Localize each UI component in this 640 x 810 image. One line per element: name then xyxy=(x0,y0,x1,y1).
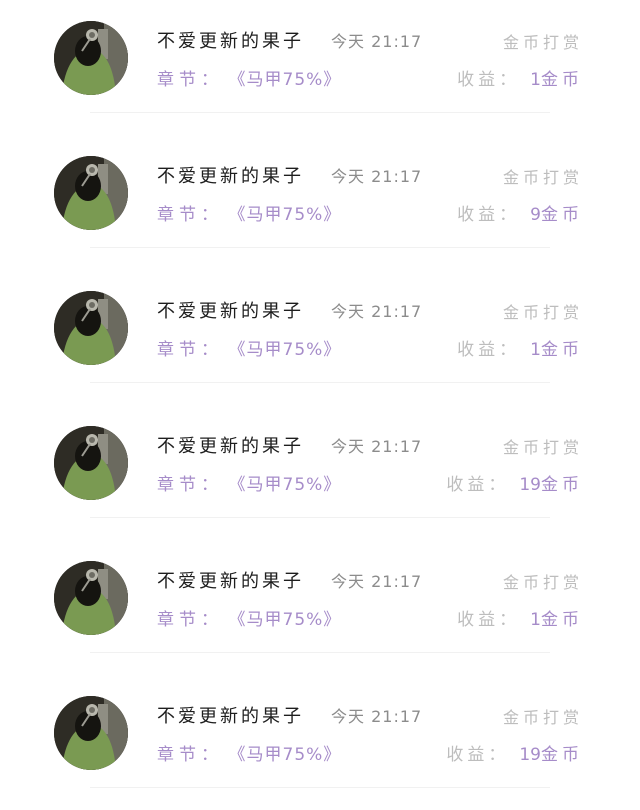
earnings-amount: 1 xyxy=(530,340,541,360)
row-divider xyxy=(90,787,550,788)
chapter-label: 章节： xyxy=(157,70,223,90)
user-avatar[interactable] xyxy=(54,291,128,365)
earnings-amount: 9 xyxy=(530,205,541,225)
chapter-title[interactable]: 《马甲75%》 xyxy=(237,610,341,630)
earnings-info: 收益： 9金币 xyxy=(457,200,583,225)
earnings-amount: 1 xyxy=(530,610,541,630)
earnings-unit: 金币 xyxy=(541,475,583,495)
reward-record-row[interactable]: 不爱更新的果子 今天 21:17 金币打赏 章节： 《马甲75%》 收益： 1金币 xyxy=(0,0,640,135)
reward-time: 今天 21:17 xyxy=(331,302,423,321)
earnings-info: 收益： 1金币 xyxy=(457,605,583,630)
row-divider xyxy=(90,112,550,113)
reward-record-row[interactable]: 不爱更新的果子 今天 21:17 金币打赏 章节： 《马甲75%》 收益： 1金币 xyxy=(0,540,640,675)
row-divider xyxy=(90,517,550,518)
reward-type: 金币打赏 xyxy=(502,438,583,457)
earnings-info: 收益： 19金币 xyxy=(446,470,583,495)
earnings-info: 收益： 1金币 xyxy=(457,335,583,360)
reward-time: 今天 21:17 xyxy=(331,437,423,456)
user-avatar[interactable] xyxy=(54,156,128,230)
chapter-info: 章节： 《马甲75%》 xyxy=(157,470,341,495)
avatar-image xyxy=(54,291,128,365)
chapter-label: 章节： xyxy=(157,340,223,360)
avatar-image xyxy=(54,21,128,95)
avatar-image xyxy=(54,156,128,230)
chapter-title[interactable]: 《马甲75%》 xyxy=(237,475,341,495)
row-divider xyxy=(90,382,550,383)
reward-time: 今天 21:17 xyxy=(331,167,423,186)
reward-type: 金币打赏 xyxy=(502,303,583,322)
user-name: 不爱更新的果子 xyxy=(157,31,304,52)
user-name: 不爱更新的果子 xyxy=(157,571,304,592)
earnings-unit: 金币 xyxy=(541,340,583,360)
avatar-image xyxy=(54,696,128,770)
chapter-label: 章节： xyxy=(157,205,223,225)
earnings-unit: 金币 xyxy=(541,745,583,765)
row-divider xyxy=(90,247,550,248)
reward-time: 今天 21:17 xyxy=(331,572,423,591)
chapter-label: 章节： xyxy=(157,745,223,765)
reward-time: 今天 21:17 xyxy=(331,707,423,726)
reward-record-list: 不爱更新的果子 今天 21:17 金币打赏 章节： 《马甲75%》 收益： 1金币 … xyxy=(0,0,640,791)
earnings-unit: 金币 xyxy=(541,610,583,630)
user-avatar[interactable] xyxy=(54,696,128,770)
earnings-info: 收益： 1金币 xyxy=(457,65,583,90)
user-avatar[interactable] xyxy=(54,426,128,500)
earnings-unit: 金币 xyxy=(541,70,583,90)
user-avatar[interactable] xyxy=(54,21,128,95)
avatar-image xyxy=(54,561,128,635)
earnings-amount: 19 xyxy=(519,745,541,765)
user-name: 不爱更新的果子 xyxy=(157,436,304,457)
earnings-label: 收益： xyxy=(446,475,510,495)
user-name: 不爱更新的果子 xyxy=(157,706,304,727)
user-name: 不爱更新的果子 xyxy=(157,301,304,322)
chapter-title[interactable]: 《马甲75%》 xyxy=(237,205,341,225)
reward-type: 金币打赏 xyxy=(502,33,583,52)
reward-type: 金币打赏 xyxy=(502,168,583,187)
earnings-label: 收益： xyxy=(457,610,521,630)
earnings-amount: 1 xyxy=(530,70,541,90)
chapter-info: 章节： 《马甲75%》 xyxy=(157,200,341,225)
earnings-amount: 19 xyxy=(519,475,541,495)
chapter-info: 章节： 《马甲75%》 xyxy=(157,605,341,630)
reward-time: 今天 21:17 xyxy=(331,32,423,51)
chapter-info: 章节： 《马甲75%》 xyxy=(157,335,341,360)
chapter-title[interactable]: 《马甲75%》 xyxy=(237,340,341,360)
chapter-label: 章节： xyxy=(157,610,223,630)
chapter-label: 章节： xyxy=(157,475,223,495)
chapter-title[interactable]: 《马甲75%》 xyxy=(237,745,341,765)
avatar-image xyxy=(54,426,128,500)
reward-record-row[interactable]: 不爱更新的果子 今天 21:17 金币打赏 章节： 《马甲75%》 收益： 9金币 xyxy=(0,135,640,270)
reward-type: 金币打赏 xyxy=(502,573,583,592)
reward-record-row[interactable]: 不爱更新的果子 今天 21:17 金币打赏 章节： 《马甲75%》 收益： 19金币 xyxy=(0,675,640,810)
earnings-info: 收益： 19金币 xyxy=(446,740,583,765)
reward-record-row[interactable]: 不爱更新的果子 今天 21:17 金币打赏 章节： 《马甲75%》 收益： 1金币 xyxy=(0,270,640,405)
chapter-title[interactable]: 《马甲75%》 xyxy=(237,70,341,90)
earnings-label: 收益： xyxy=(457,205,521,225)
earnings-label: 收益： xyxy=(457,70,521,90)
earnings-unit: 金币 xyxy=(541,205,583,225)
user-avatar[interactable] xyxy=(54,561,128,635)
row-divider xyxy=(90,652,550,653)
chapter-info: 章节： 《马甲75%》 xyxy=(157,65,341,90)
reward-record-row[interactable]: 不爱更新的果子 今天 21:17 金币打赏 章节： 《马甲75%》 收益： 19金币 xyxy=(0,405,640,540)
earnings-label: 收益： xyxy=(457,340,521,360)
user-name: 不爱更新的果子 xyxy=(157,166,304,187)
chapter-info: 章节： 《马甲75%》 xyxy=(157,740,341,765)
reward-type: 金币打赏 xyxy=(502,708,583,727)
earnings-label: 收益： xyxy=(446,745,510,765)
